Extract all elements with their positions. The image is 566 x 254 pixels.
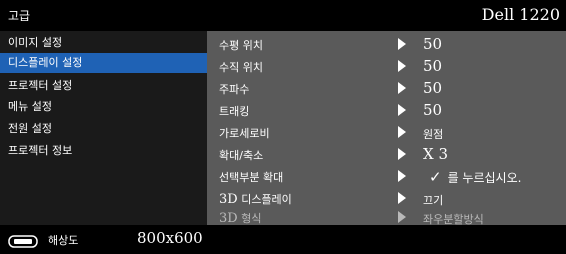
row-value-text: 를 누르십시오. [447, 171, 522, 185]
row-value: ✓ 를 누르십시오. [429, 168, 521, 186]
row-frequency[interactable]: 주파수 50 [207, 78, 566, 100]
title-bar: 고급 Dell 1220 [0, 0, 566, 31]
row-label: 트래킹 [219, 105, 250, 118]
row-tracking[interactable]: 트래킹 50 [207, 100, 566, 122]
row-value: 50 [423, 101, 443, 119]
sidebar-item-projector-info[interactable]: 프로젝터 정보 [0, 141, 207, 161]
row-value: 50 [423, 35, 443, 53]
row-label: 주파수 [219, 83, 250, 96]
right-triangle-icon [398, 60, 408, 74]
row-label: 3D 디스플레이 [219, 192, 292, 207]
row-label: 수평 위치 [219, 39, 263, 52]
row-label: 선택부분 확대 [219, 171, 284, 184]
right-triangle-icon [398, 192, 408, 206]
sidebar: 이미지 설정 디스플레이 설정 프로젝터 설정 메뉴 설정 전원 설정 프로젝터… [0, 31, 207, 225]
resolution-value: 800x600 [137, 229, 203, 247]
right-triangle-icon [398, 104, 408, 118]
right-triangle-icon [398, 126, 408, 140]
right-triangle-icon [398, 211, 408, 225]
sidebar-item-menu-settings[interactable]: 메뉴 설정 [0, 97, 207, 117]
right-triangle-icon [398, 82, 408, 96]
row-label: 3D 형식 [219, 211, 262, 226]
row-value: 50 [423, 79, 443, 97]
resolution-label: 해상도 [48, 234, 79, 247]
right-triangle-icon [398, 170, 408, 184]
row-label: 확대/축소 [219, 149, 264, 162]
row-value: 끄기 [423, 194, 444, 207]
row-value: 50 [423, 57, 443, 75]
right-triangle-icon [398, 148, 408, 162]
sidebar-item-power-settings[interactable]: 전원 설정 [0, 119, 207, 139]
footer: 해상도 800x600 [0, 225, 566, 254]
right-triangle-icon [398, 38, 408, 52]
row-label: 가로세로비 [219, 127, 270, 140]
row-zoom-navigation[interactable]: 선택부분 확대 ✓ 를 누르십시오. [207, 166, 566, 188]
row-label: 수직 위치 [219, 61, 263, 74]
row-zoom[interactable]: 확대/축소 X 3 [207, 144, 566, 166]
product-name: Dell 1220 [481, 5, 560, 24]
settings-panel: 수평 위치 50 수직 위치 50 주파수 50 트래킹 50 가로세로비 원점… [207, 31, 566, 226]
row-aspect-ratio[interactable]: 가로세로비 원점 [207, 122, 566, 144]
row-vertical-position[interactable]: 수직 위치 50 [207, 56, 566, 78]
sidebar-item-display-settings[interactable]: 디스플레이 설정 [0, 53, 207, 73]
sidebar-item-image-settings[interactable]: 이미지 설정 [0, 33, 207, 53]
row-value: X 3 [423, 145, 448, 163]
row-value: 원점 [423, 128, 444, 141]
monitor-resolution-icon [8, 233, 38, 248]
check-mark-icon: ✓ [429, 168, 442, 186]
row-horizontal-position[interactable]: 수평 위치 50 [207, 34, 566, 56]
osd-window: 고급 Dell 1220 이미지 설정 디스플레이 설정 프로젝터 설정 메뉴 … [0, 0, 566, 254]
sidebar-item-projector-settings[interactable]: 프로젝터 설정 [0, 76, 207, 96]
menu-title: 고급 [8, 9, 31, 23]
